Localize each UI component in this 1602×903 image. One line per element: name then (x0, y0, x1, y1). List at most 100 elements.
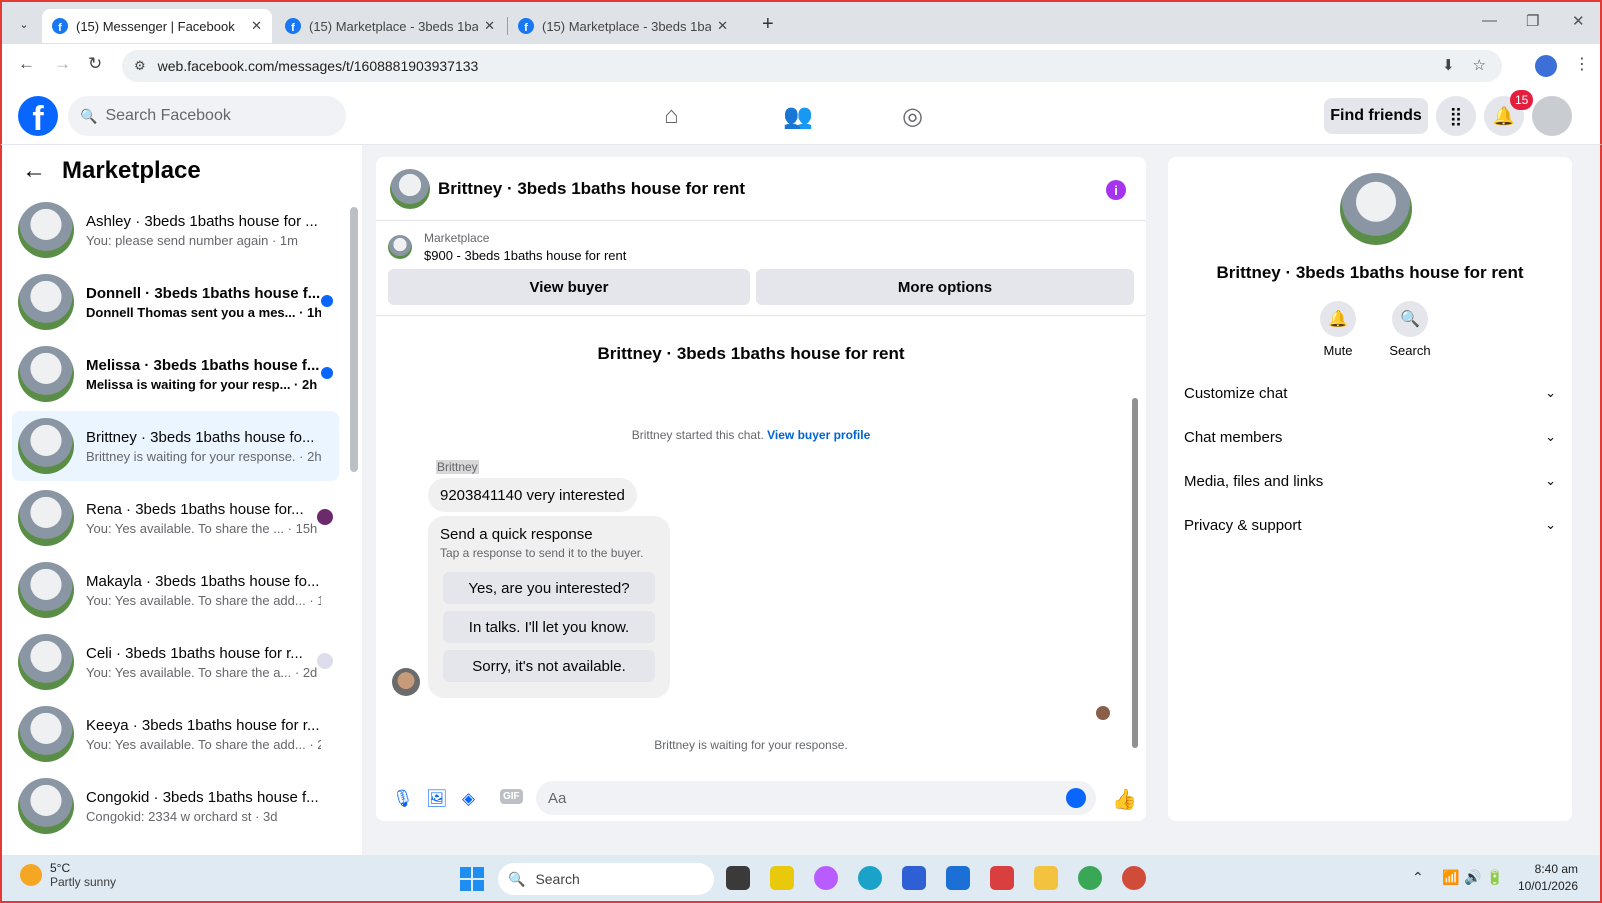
microphone-icon[interactable]: 🎙 (392, 789, 414, 809)
wifi-icon[interactable]: 📶 (1442, 869, 1459, 886)
groups-icon[interactable]: ◎ (902, 102, 923, 131)
sidebar-scrollbar[interactable] (350, 207, 358, 472)
house-thumbnail (18, 202, 74, 258)
conversation-name: Brittney · 3beds 1baths house fo... (86, 428, 315, 446)
account-avatar[interactable] (1532, 96, 1572, 136)
sticky-notes-icon[interactable] (770, 866, 794, 890)
more-options-button[interactable]: More options (756, 269, 1134, 305)
bell-icon: 🔔 (1320, 301, 1356, 337)
photo-icon[interactable]: 🖼 (426, 789, 448, 809)
message-placeholder: Aa (548, 789, 567, 807)
home-icon[interactable]: ⌂ (664, 102, 679, 130)
view-buyer-button[interactable]: View buyer (388, 269, 750, 305)
outlook-icon[interactable] (946, 866, 970, 890)
buyer-avatar[interactable] (392, 668, 420, 696)
thread-title: Brittney · 3beds 1baths house for rent (597, 344, 905, 363)
close-tab-icon[interactable]: ✕ (251, 18, 262, 34)
copilot-icon[interactable] (814, 866, 838, 890)
marketplace-label: Marketplace (424, 231, 490, 245)
bookmark-star-icon[interactable]: ☆ (1473, 56, 1486, 74)
listing-price-title[interactable]: $900 - 3beds 1baths house for rent (424, 248, 626, 263)
reload-icon[interactable]: ↻ (88, 54, 102, 74)
quick-response-button[interactable]: Sorry, it's not available. (443, 650, 655, 682)
chrome-profile-icon[interactable] (1122, 866, 1146, 890)
minimize-icon[interactable]: — (1482, 12, 1497, 29)
conversation-info-icon[interactable]: i (1106, 180, 1126, 200)
message-bubble[interactable]: 9203841140 very interested (428, 478, 637, 512)
tab-title: (15) Marketplace - 3beds 1bath (309, 18, 479, 34)
sticker-icon[interactable]: ◈ (462, 789, 475, 809)
chat-members-section[interactable]: Chat members ⌄ (1184, 419, 1556, 455)
temperature: 5°C (50, 861, 71, 875)
conversation-preview: Melissa is waiting for your resp... · 2h (86, 376, 318, 392)
mute-button[interactable]: 🔔 Mute (1308, 301, 1368, 358)
chrome-icon[interactable] (1078, 866, 1102, 890)
facebook-logo[interactable]: f (18, 96, 58, 136)
windows-start-icon[interactable] (460, 867, 484, 891)
edge-icon[interactable] (858, 866, 882, 890)
conversation-name: Keeya · 3beds 1baths house for r... (86, 716, 320, 734)
quick-response-card: Send a quick response Tap a response to … (428, 516, 670, 698)
new-tab-icon[interactable]: + (762, 13, 774, 36)
quick-response-button[interactable]: In talks. I'll let you know. (443, 611, 655, 643)
privacy-support-section[interactable]: Privacy & support ⌄ (1184, 507, 1556, 543)
task-view-icon[interactable] (726, 866, 750, 890)
show-hidden-icons-icon[interactable]: ⌃ (1412, 869, 1424, 886)
back-arrow-icon[interactable]: ← (22, 157, 46, 185)
browser-tab-marketplace-1[interactable]: f (15) Marketplace - 3beds 1bath ✕ (275, 9, 505, 43)
browser-tab-messenger[interactable]: f (15) Messenger | Facebook ✕ (42, 9, 272, 43)
back-icon[interactable]: ← (18, 54, 35, 74)
battery-icon[interactable]: 🔋 (1486, 869, 1503, 886)
volume-icon[interactable]: 🔊 (1464, 869, 1481, 886)
emoji-icon[interactable] (1066, 788, 1086, 808)
message-input[interactable]: Aa (536, 781, 1096, 815)
store-icon[interactable] (902, 866, 926, 890)
menu-grid-icon[interactable]: ⣿ (1436, 96, 1476, 136)
site-info-icon[interactable]: ⚙ (134, 58, 146, 74)
tab-search-menu-icon[interactable]: ⌄ (12, 12, 36, 36)
install-app-icon[interactable]: ⬇ (1442, 56, 1455, 74)
chat-avatar[interactable] (390, 168, 430, 209)
chat-title[interactable]: Brittney · 3beds 1baths house for rent (438, 179, 745, 199)
profile-avatar[interactable] (1340, 173, 1412, 245)
search-in-chat-button[interactable]: 🔍 Search (1380, 301, 1440, 358)
conversation-item[interactable]: Ashley · 3beds 1baths house for ... You: … (12, 195, 339, 265)
conversation-preview: You: Yes available. To share the add... … (86, 736, 321, 752)
conversation-item[interactable]: Makayla · 3beds 1baths house fo... You: Y… (12, 555, 339, 625)
gif-icon[interactable]: GIF (500, 789, 523, 804)
snipping-tool-icon[interactable] (990, 866, 1014, 890)
conversation-item[interactable]: Congokid · 3beds 1baths house f... Congok… (12, 771, 339, 841)
weather-widget[interactable]: 5°C Partly sunny (20, 861, 116, 889)
conversation-name: Melissa · 3beds 1baths house f... (86, 356, 320, 374)
section-label: Privacy & support (1184, 516, 1302, 534)
close-tab-icon[interactable]: ✕ (717, 18, 728, 34)
conversation-item[interactable]: Celi · 3beds 1baths house for r... You: Y… (12, 627, 339, 697)
conversation-item[interactable]: Donnell · 3beds 1baths house f... Donnell… (12, 267, 339, 337)
system-clock[interactable]: 8:40 am 10/01/2026 (1508, 861, 1578, 895)
close-window-icon[interactable]: ✕ (1572, 12, 1585, 30)
chat-scrollbar[interactable] (1132, 398, 1138, 748)
quick-response-button[interactable]: Yes, are you interested? (443, 572, 655, 604)
address-bar[interactable]: ⚙ web.facebook.com/messages/t/1608881903… (122, 50, 1502, 82)
taskbar-search[interactable]: 🔍 Search (498, 863, 714, 895)
house-thumbnail (18, 490, 74, 546)
browser-menu-icon[interactable]: ⋮ (1574, 54, 1590, 74)
close-tab-icon[interactable]: ✕ (484, 18, 495, 34)
conversation-item[interactable]: Keeya · 3beds 1baths house for r... You: … (12, 699, 339, 769)
media-files-links-section[interactable]: Media, files and links ⌄ (1184, 463, 1556, 499)
thumbs-up-icon[interactable]: 👍 (1112, 787, 1137, 812)
browser-tab-marketplace-2[interactable]: f (15) Marketplace - 3beds 1bath ✕ (508, 9, 738, 43)
customize-chat-section[interactable]: Customize chat ⌄ (1184, 375, 1556, 411)
conversation-item[interactable]: Melissa · 3beds 1baths house f... Melissa… (12, 339, 339, 409)
conversation-item-selected[interactable]: Brittney · 3beds 1baths house fo... Britt… (12, 411, 339, 481)
mute-label: Mute (1323, 343, 1353, 358)
forward-icon[interactable]: → (54, 54, 71, 74)
facebook-search-input[interactable]: 🔍 Search Facebook (68, 96, 346, 136)
browser-profile-avatar[interactable] (1535, 55, 1557, 77)
file-explorer-icon[interactable] (1034, 866, 1058, 890)
find-friends-button[interactable]: Find friends (1324, 98, 1428, 134)
conversation-item[interactable]: Rena · 3beds 1baths house for... You: Yes… (12, 483, 339, 553)
restore-icon[interactable]: ❐ (1526, 12, 1539, 30)
view-buyer-profile-link[interactable]: View buyer profile (767, 428, 870, 442)
friends-icon[interactable]: 👥 (783, 102, 813, 131)
